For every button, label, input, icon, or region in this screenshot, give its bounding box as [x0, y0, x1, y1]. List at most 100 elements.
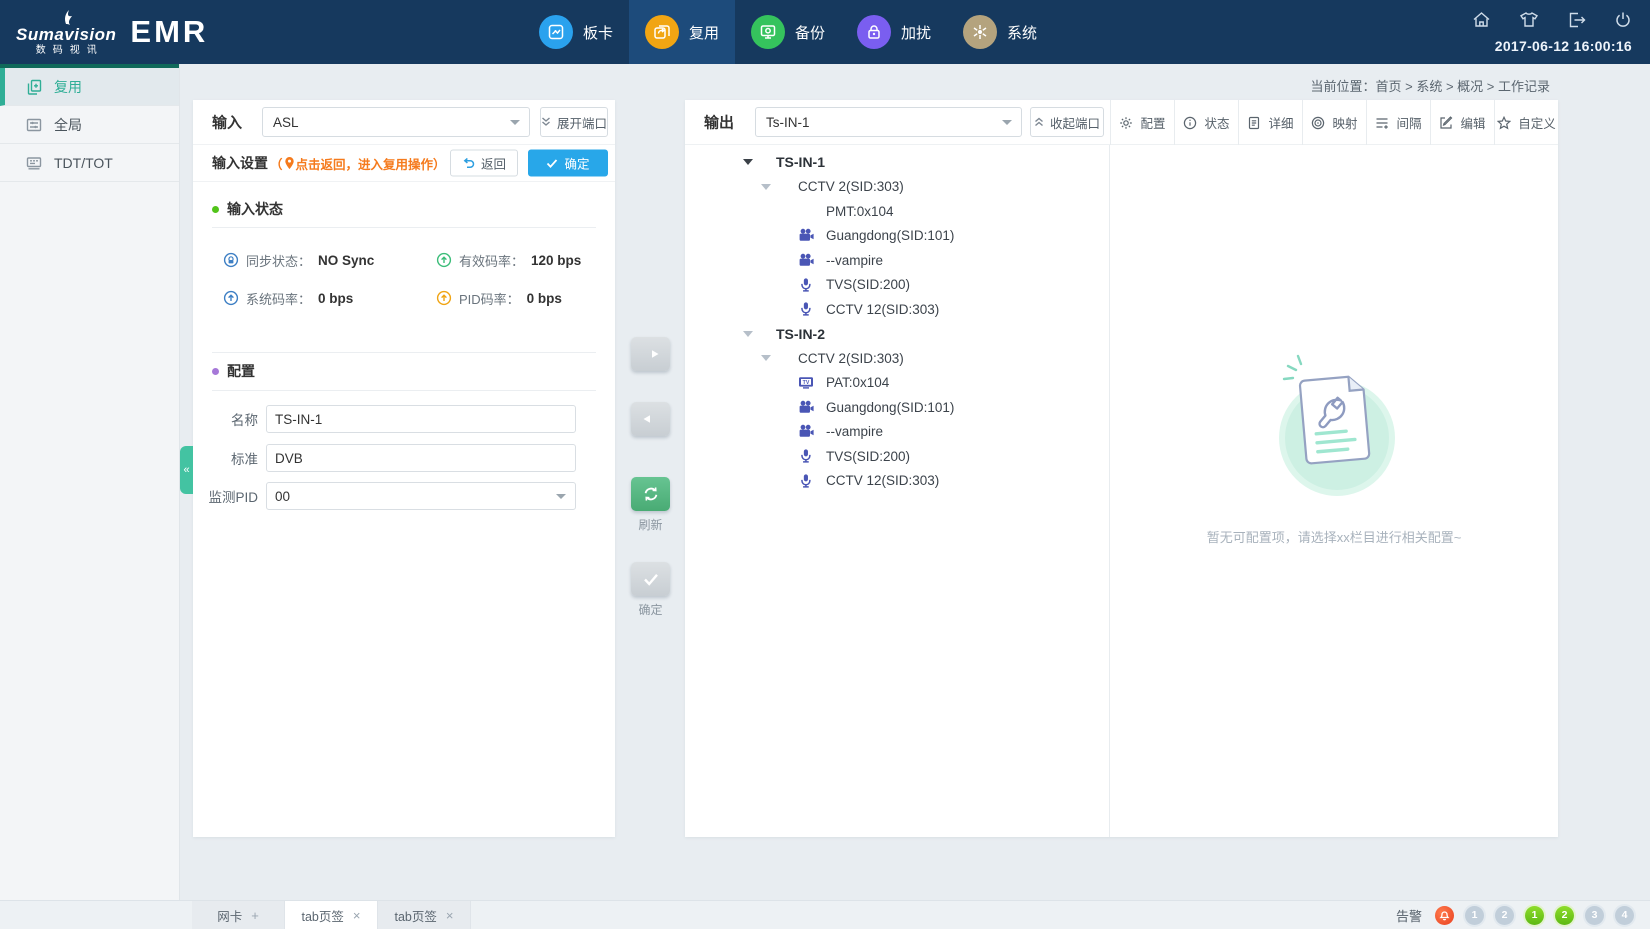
name-field[interactable]: [266, 405, 576, 433]
tree-node-video[interactable]: Guangdong(SID:101): [685, 224, 1109, 249]
tree-node-ts-in-2[interactable]: TS-IN-2: [685, 322, 1109, 347]
sidebar-item-global[interactable]: 全局: [0, 106, 179, 144]
app-header: Sumavision 数码视讯 EMR 板卡 复用: [0, 0, 1650, 64]
status-indicator-5[interactable]: 3: [1585, 906, 1604, 925]
nav-tab-system[interactable]: 系统: [947, 0, 1053, 64]
tree-node-ts-in-1[interactable]: TS-IN-1: [685, 150, 1109, 175]
refresh-label: 刷新: [631, 516, 670, 533]
status-indicator-1[interactable]: 1: [1465, 906, 1484, 925]
monitor-pid-select[interactable]: 00: [266, 482, 576, 510]
tree-node-label: --vampire: [826, 253, 883, 268]
output-header: 输出 Ts-IN-1 收起端口 配置 状态: [685, 100, 1558, 145]
indicator-number: 2: [1562, 909, 1568, 921]
tree-collapse-arrow-icon[interactable]: [761, 355, 771, 361]
tree-node-audio[interactable]: TVS(SID:200): [685, 273, 1109, 298]
tree-node-pat[interactable]: PAT:0x104: [685, 371, 1109, 396]
tree-node-video[interactable]: Guangdong(SID:101): [685, 395, 1109, 420]
move-right-button[interactable]: [631, 337, 670, 371]
expand-ports-button[interactable]: 展开端口: [540, 107, 608, 137]
toolbar-label: 详细: [1268, 113, 1293, 132]
nav-tab-mux[interactable]: 复用: [629, 0, 735, 64]
toolbar-edit-button[interactable]: 编辑: [1430, 100, 1494, 145]
input-port-select[interactable]: ASL: [262, 107, 530, 137]
collapse-ports-label: 收起端口: [1050, 113, 1100, 132]
nav-tab-scramble[interactable]: 加扰: [841, 0, 947, 64]
field-monitor-pid: 监测PID 00: [193, 482, 576, 510]
toolbar-detail-button[interactable]: 详细: [1238, 100, 1302, 145]
confirm-button[interactable]: 确定: [528, 150, 608, 177]
camera-icon: [798, 400, 816, 415]
tree-node-audio[interactable]: CCTV 12(SID:303): [685, 469, 1109, 494]
home-icon[interactable]: [1472, 11, 1491, 29]
close-tab-icon[interactable]: ×: [446, 908, 454, 923]
status-indicator-2[interactable]: 2: [1495, 906, 1514, 925]
status-indicator-6[interactable]: 4: [1615, 906, 1634, 925]
tree-node-label: CCTV 12(SID:303): [826, 302, 939, 317]
toolbar-label: 间隔: [1396, 113, 1421, 132]
theme-skin-icon[interactable]: [1519, 11, 1539, 29]
tree-collapse-arrow-icon[interactable]: [743, 331, 753, 337]
divider: [212, 227, 596, 228]
nav-tab-label: 复用: [689, 22, 719, 43]
tv-icon: [798, 375, 816, 390]
tree-node-label: CCTV 2(SID:303): [798, 179, 904, 194]
move-left-button[interactable]: [631, 402, 670, 436]
sidebar-item-mux[interactable]: 复用: [0, 68, 179, 106]
tree-node-video[interactable]: --vampire: [685, 248, 1109, 273]
tree-node-audio[interactable]: TVS(SID:200): [685, 444, 1109, 469]
hint-text: 点击返回，进入复用操作）: [296, 154, 446, 173]
tree-collapse-arrow-icon[interactable]: [761, 184, 771, 190]
status-value: NO Sync: [318, 253, 374, 268]
logout-icon[interactable]: [1567, 11, 1586, 29]
toolbar-status-button[interactable]: 状态: [1174, 100, 1238, 145]
toolbar-config-button[interactable]: 配置: [1110, 100, 1174, 145]
status-indicator-4[interactable]: 2: [1555, 906, 1574, 925]
nav-tab-backup[interactable]: 备份: [735, 0, 841, 64]
settings-hint: （ 点击返回，进入复用操作）: [270, 154, 446, 173]
footer-tab-label: tab页签: [302, 906, 344, 925]
refresh-button[interactable]: [631, 477, 670, 511]
footer-tab-page-1[interactable]: tab页签 ×: [285, 901, 378, 929]
add-tab-icon[interactable]: +: [251, 908, 259, 923]
tree-collapse-arrow-icon[interactable]: [743, 159, 753, 165]
star-icon: [1497, 116, 1511, 130]
tree-node-service[interactable]: CCTV 2(SID:303): [685, 175, 1109, 200]
tree-node-label: CCTV 2(SID:303): [798, 351, 904, 366]
tree-node-audio[interactable]: CCTV 12(SID:303): [685, 297, 1109, 322]
mux-icon: [645, 15, 679, 49]
output-panel: 输出 Ts-IN-1 收起端口 配置 状态: [685, 100, 1558, 837]
field-name: 名称: [193, 405, 576, 433]
field-label: 监测PID: [193, 486, 258, 506]
expand-ports-label: 展开端口: [557, 113, 607, 132]
alarm-bell-icon[interactable]: [1435, 906, 1454, 925]
back-button[interactable]: 返回: [450, 150, 518, 177]
effective-rate-icon: [436, 252, 452, 268]
panel-collapse-handle[interactable]: «: [180, 446, 193, 494]
indicator-number: 1: [1532, 909, 1538, 921]
toolbar-customize-button[interactable]: 自定义: [1494, 100, 1558, 145]
toolbar-mapping-button[interactable]: 映射: [1302, 100, 1366, 145]
tree-node-service[interactable]: CCTV 2(SID:303): [685, 346, 1109, 371]
footer-tabs: 网卡 + tab页签 × tab页签 ×: [192, 901, 471, 929]
status-indicator-3[interactable]: 1: [1525, 906, 1544, 925]
nav-tab-board[interactable]: 板卡: [523, 0, 629, 64]
close-tab-icon[interactable]: ×: [353, 908, 361, 923]
footer-tab-page-2[interactable]: tab页签 ×: [378, 901, 471, 929]
tree-node-video[interactable]: --vampire: [685, 420, 1109, 445]
collapse-ports-button[interactable]: 收起端口: [1030, 107, 1104, 137]
transfer-confirm-button[interactable]: [631, 562, 670, 596]
status-label: 有效码率：: [459, 251, 524, 270]
hint-paren: （: [270, 154, 283, 173]
tree-node-pmt[interactable]: PMT:0x104: [685, 199, 1109, 224]
status-label: 同步状态：: [246, 251, 311, 270]
sidebar-item-tdt-tot[interactable]: TDT/TOT: [0, 144, 179, 182]
transfer-confirm-label: 确定: [631, 601, 670, 618]
input-title: 输入: [212, 112, 242, 133]
toolbar-interval-button[interactable]: 间隔: [1366, 100, 1430, 145]
purple-dot-icon: [212, 368, 219, 375]
standard-field[interactable]: [266, 444, 576, 472]
footer-tab-nic[interactable]: 网卡 +: [192, 901, 285, 929]
output-port-select[interactable]: Ts-IN-1: [755, 107, 1022, 137]
system-icon: [963, 15, 997, 49]
power-icon[interactable]: [1614, 11, 1632, 29]
